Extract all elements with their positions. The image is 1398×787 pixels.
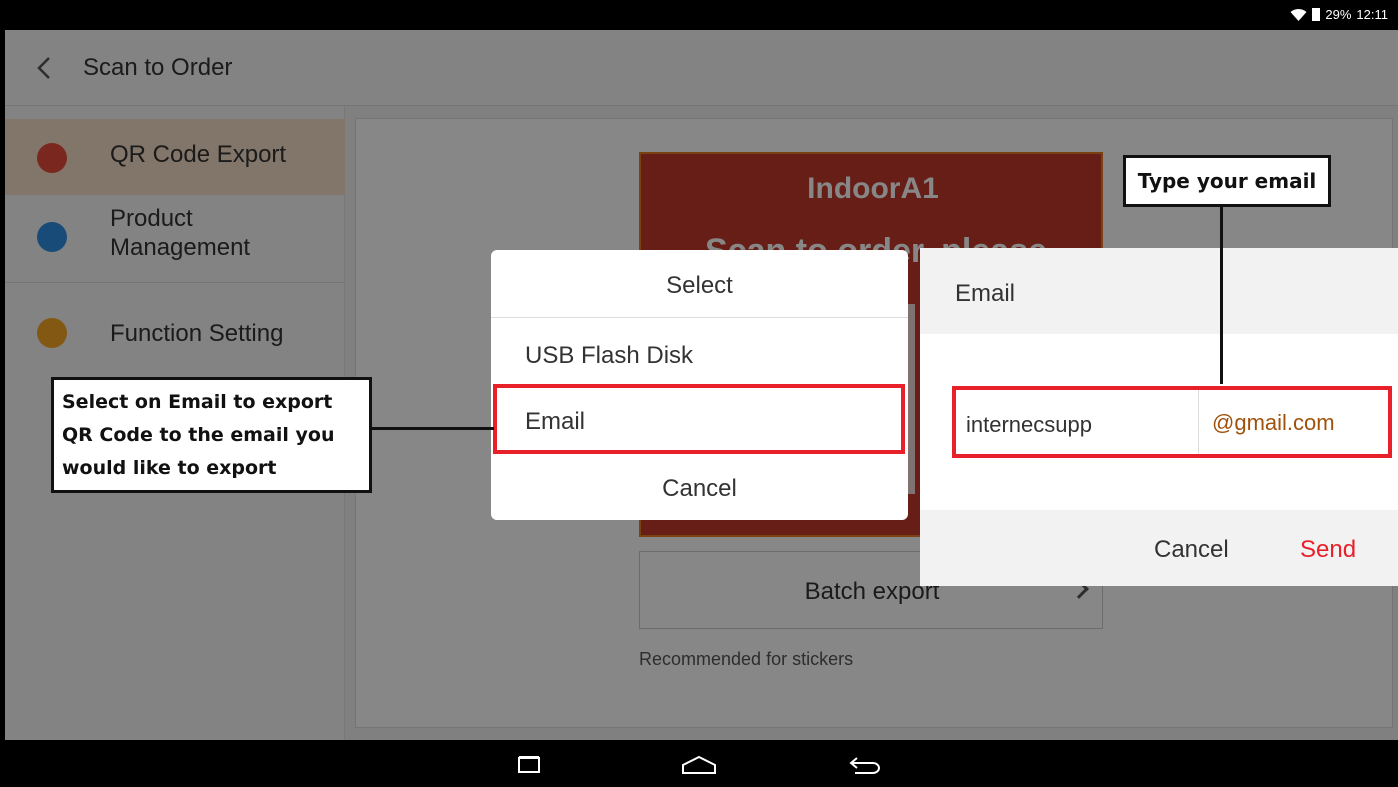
battery-icon — [1312, 8, 1321, 21]
annotation-select-email: Select on Email to export QR Code to the… — [51, 377, 372, 493]
email-dialog-footer: Cancel Send — [920, 510, 1398, 586]
status-bar: 29% 12:11 — [0, 0, 1398, 30]
annotation-connector — [372, 427, 494, 430]
email-dialog-header: Email — [920, 248, 1398, 334]
battery-percent: 29% — [1325, 7, 1352, 22]
email-dialog-title: Email — [955, 280, 1016, 307]
email-input[interactable]: internecsupp @gmail.com — [952, 386, 1392, 458]
email-dialog-body: internecsupp @gmail.com — [920, 334, 1398, 510]
email-dialog: Email internecsupp @gmail.com Cancel Sen… — [920, 248, 1398, 586]
annotation-type-email: Type your email — [1123, 155, 1331, 207]
email-domain-selector[interactable]: @gmail.com — [1212, 410, 1335, 436]
status-indicators: 29% 12:11 — [1290, 7, 1388, 22]
wifi-icon — [1290, 8, 1307, 21]
email-send-button[interactable]: Send — [1300, 536, 1356, 564]
navigation-bar — [0, 740, 1398, 787]
recents-icon[interactable] — [517, 756, 541, 774]
clock: 12:11 — [1356, 7, 1388, 22]
email-option-highlight — [493, 384, 905, 454]
divider — [491, 317, 908, 318]
home-icon[interactable] — [681, 755, 717, 775]
email-local-part: internecsupp — [966, 412, 1092, 437]
email-cancel-button[interactable]: Cancel — [1154, 536, 1229, 564]
option-usb-flash-disk[interactable]: USB Flash Disk — [525, 342, 693, 370]
select-cancel-button[interactable]: Cancel — [491, 475, 908, 503]
annotation-connector — [1220, 207, 1223, 384]
select-dialog-title: Select — [666, 272, 733, 299]
back-icon[interactable] — [849, 754, 881, 776]
divider — [1198, 390, 1199, 454]
